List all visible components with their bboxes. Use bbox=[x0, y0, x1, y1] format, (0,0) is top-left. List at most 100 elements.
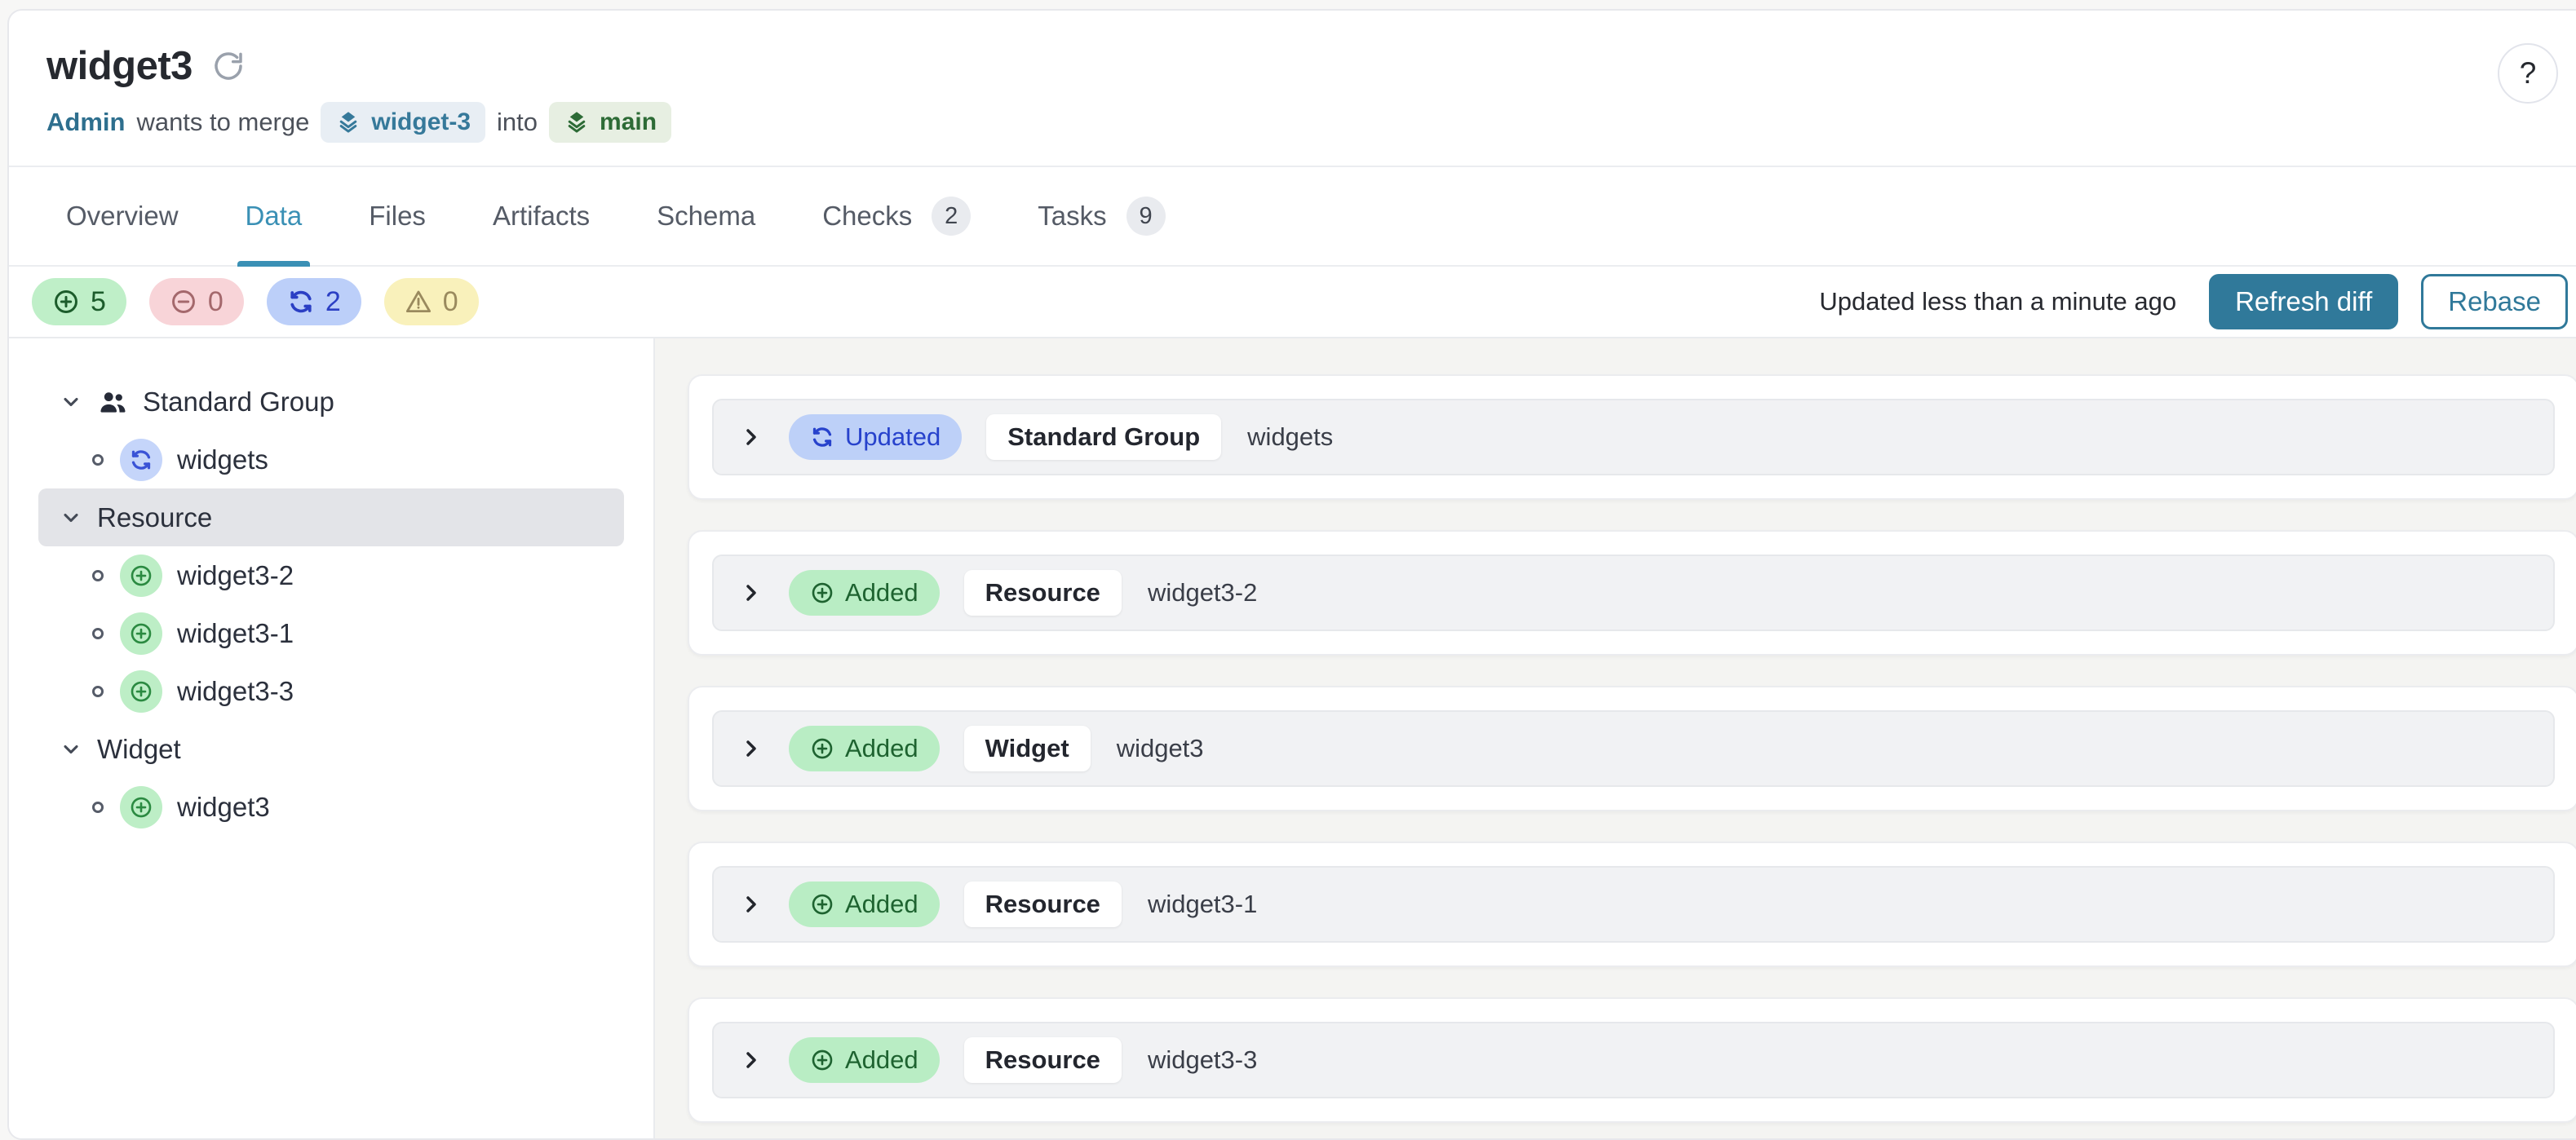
status-badge: Added bbox=[789, 882, 940, 927]
status-badge: Updated bbox=[789, 414, 962, 460]
diff-row: Updated Standard Group widgets bbox=[688, 374, 2576, 500]
chevron-down-icon[interactable] bbox=[60, 391, 82, 413]
tab-tasks[interactable]: Tasks 9 bbox=[1038, 167, 1165, 265]
tree-item-label: widget3-3 bbox=[177, 676, 294, 707]
page-title: widget3 bbox=[46, 43, 193, 89]
tasks-count-badge: 9 bbox=[1126, 197, 1166, 236]
tree-item-label: widgets bbox=[177, 444, 268, 475]
tree-item-label: widget3-1 bbox=[177, 618, 294, 649]
source-branch-badge[interactable]: widget-3 bbox=[321, 102, 485, 143]
row-name: widget3-3 bbox=[1148, 1045, 1257, 1075]
tab-checks[interactable]: Checks 2 bbox=[822, 167, 971, 265]
minus-circle-icon bbox=[170, 288, 197, 316]
tree-item-label: widget3 bbox=[177, 792, 270, 823]
tab-files[interactable]: Files bbox=[369, 167, 426, 265]
plus-circle-icon bbox=[810, 736, 834, 761]
target-branch-label: main bbox=[600, 108, 657, 136]
diff-tree-sidebar: Standard Group widgets Resource widget3-… bbox=[9, 338, 655, 1138]
tree-item-widget3[interactable]: widget3 bbox=[38, 778, 624, 836]
diff-row-header[interactable]: Updated Standard Group widgets bbox=[712, 399, 2555, 475]
chevron-down-icon[interactable] bbox=[60, 738, 82, 761]
added-status-icon bbox=[120, 555, 162, 597]
updated-status-icon bbox=[120, 439, 162, 481]
diff-row: Added Resource widget3-1 bbox=[688, 842, 2576, 967]
target-branch-badge[interactable]: main bbox=[549, 102, 671, 143]
type-tag: Resource bbox=[964, 1037, 1122, 1083]
plus-circle-icon bbox=[810, 1048, 834, 1072]
type-tag: Resource bbox=[964, 570, 1122, 616]
tree-group-label: Resource bbox=[97, 502, 212, 533]
row-name: widgets bbox=[1247, 422, 1333, 452]
added-count-pill: 5 bbox=[32, 278, 126, 325]
warning-icon bbox=[405, 288, 432, 316]
diff-row: Added Widget widget3 bbox=[688, 686, 2576, 811]
bullet-icon bbox=[92, 570, 104, 581]
refresh-diff-button[interactable]: Refresh diff bbox=[2209, 274, 2398, 329]
row-name: widget3-2 bbox=[1148, 578, 1257, 608]
chevron-right-icon[interactable] bbox=[738, 891, 764, 917]
merge-request-page: widget3 Admin wants to merge widget-3 in… bbox=[7, 9, 2576, 1140]
diff-row-header[interactable]: Added Widget widget3 bbox=[712, 710, 2555, 787]
plus-circle-icon bbox=[129, 621, 153, 646]
row-name: widget3 bbox=[1117, 734, 1204, 763]
status-badge: Added bbox=[789, 570, 940, 616]
reload-icon[interactable] bbox=[212, 50, 245, 82]
rebase-button[interactable]: Rebase bbox=[2421, 274, 2568, 329]
tab-bar: Overview Data Files Artifacts Schema Che… bbox=[9, 167, 2576, 267]
author-link[interactable]: Admin bbox=[46, 108, 125, 137]
plus-circle-icon bbox=[52, 288, 80, 316]
tree-item-widgets[interactable]: widgets bbox=[38, 431, 624, 488]
added-status-icon bbox=[120, 612, 162, 655]
tab-data[interactable]: Data bbox=[246, 167, 303, 265]
bullet-icon bbox=[92, 454, 104, 466]
status-badge: Added bbox=[789, 726, 940, 771]
plus-circle-icon bbox=[129, 679, 153, 704]
tab-artifacts[interactable]: Artifacts bbox=[493, 167, 590, 265]
type-tag: Resource bbox=[964, 882, 1122, 927]
warning-count-pill: 0 bbox=[384, 278, 479, 325]
row-name: widget3-1 bbox=[1148, 890, 1257, 919]
diff-panel: Updated Standard Group widgets Added Res… bbox=[655, 338, 2576, 1138]
plus-circle-icon bbox=[810, 892, 834, 917]
tab-overview[interactable]: Overview bbox=[66, 167, 179, 265]
status-badge: Added bbox=[789, 1037, 940, 1083]
diff-toolbar: 5 0 2 0 Updated less than a minute ago R… bbox=[9, 267, 2576, 338]
branch-layers-icon bbox=[335, 109, 361, 135]
plus-circle-icon bbox=[129, 795, 153, 820]
tree-group-resource[interactable]: Resource bbox=[38, 488, 624, 546]
sync-icon bbox=[810, 425, 834, 449]
chevron-down-icon[interactable] bbox=[60, 506, 82, 529]
chevron-right-icon[interactable] bbox=[738, 580, 764, 606]
bullet-icon bbox=[92, 686, 104, 697]
tree-item-widget3-3[interactable]: widget3-3 bbox=[38, 662, 624, 720]
diff-row-header[interactable]: Added Resource widget3-1 bbox=[712, 866, 2555, 943]
page-header: widget3 Admin wants to merge widget-3 in… bbox=[9, 11, 2576, 167]
tree-group-label: Standard Group bbox=[143, 387, 334, 418]
diff-row-header[interactable]: Added Resource widget3-2 bbox=[712, 555, 2555, 631]
plus-circle-icon bbox=[810, 581, 834, 605]
bullet-icon bbox=[92, 802, 104, 813]
chevron-right-icon[interactable] bbox=[738, 736, 764, 762]
tree-group-widget[interactable]: Widget bbox=[38, 720, 624, 778]
chevron-right-icon[interactable] bbox=[738, 1047, 764, 1073]
tree-item-label: widget3-2 bbox=[177, 560, 294, 591]
help-button[interactable]: ? bbox=[2498, 43, 2558, 104]
source-branch-label: widget-3 bbox=[371, 108, 471, 136]
tab-schema[interactable]: Schema bbox=[657, 167, 755, 265]
plus-circle-icon bbox=[129, 563, 153, 588]
added-status-icon bbox=[120, 670, 162, 713]
removed-count-pill: 0 bbox=[149, 278, 244, 325]
updated-count-pill: 2 bbox=[267, 278, 361, 325]
last-updated-text: Updated less than a minute ago bbox=[1819, 287, 2176, 316]
tree-group-standard-group[interactable]: Standard Group bbox=[38, 373, 624, 431]
sync-icon bbox=[129, 448, 153, 472]
people-icon bbox=[97, 387, 128, 418]
merge-summary: Admin wants to merge widget-3 into main bbox=[46, 102, 2555, 143]
diff-row-header[interactable]: Added Resource widget3-3 bbox=[712, 1022, 2555, 1098]
tree-item-widget3-1[interactable]: widget3-1 bbox=[38, 604, 624, 662]
bullet-icon bbox=[92, 628, 104, 639]
added-status-icon bbox=[120, 786, 162, 828]
chevron-right-icon[interactable] bbox=[738, 424, 764, 450]
tree-item-widget3-2[interactable]: widget3-2 bbox=[38, 546, 624, 604]
type-tag: Widget bbox=[964, 726, 1091, 771]
